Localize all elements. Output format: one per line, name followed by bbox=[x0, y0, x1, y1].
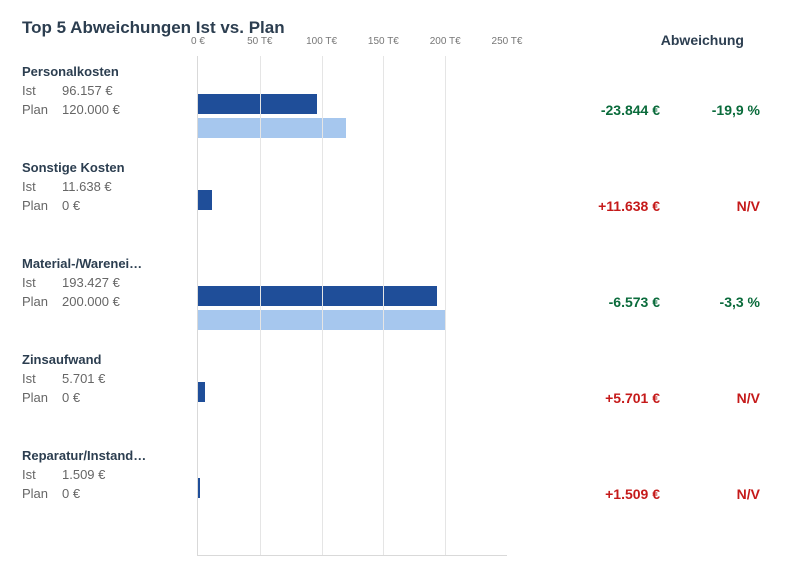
category-group: Zinsaufwand Ist 5.701 € Plan 0 € bbox=[22, 352, 189, 405]
plan-value-row: Plan 120.000 € bbox=[22, 102, 189, 117]
deviation-pct: -19,9 % bbox=[700, 102, 760, 118]
deviation-pct: -3,3 % bbox=[700, 294, 760, 310]
plan-value-row: Plan 200.000 € bbox=[22, 294, 189, 309]
plan-value: 120.000 € bbox=[62, 102, 120, 117]
ist-value: 96.157 € bbox=[62, 83, 113, 98]
x-tick: 100 T€ bbox=[306, 36, 337, 47]
category-name: Material-/Warenei… bbox=[22, 256, 189, 271]
deviation-row: +5.701 € N/V bbox=[507, 390, 760, 406]
ist-value: 11.638 € bbox=[62, 179, 112, 194]
deviation-abs: +11.638 € bbox=[570, 198, 660, 214]
category-name: Personalkosten bbox=[22, 64, 189, 79]
deviation-pct: N/V bbox=[700, 486, 760, 502]
plan-value: 200.000 € bbox=[62, 294, 120, 309]
category-group: Personalkosten Ist 96.157 € Plan 120.000 € bbox=[22, 64, 189, 117]
ist-key: Ist bbox=[22, 275, 52, 290]
ist-value-row: Ist 11.638 € bbox=[22, 179, 189, 194]
ist-value-row: Ist 193.427 € bbox=[22, 275, 189, 290]
ist-key: Ist bbox=[22, 83, 52, 98]
plan-value: 0 € bbox=[62, 486, 80, 501]
chart-title: Top 5 Abweichungen Ist vs. Plan bbox=[22, 18, 770, 38]
deviation-row: -6.573 € -3,3 % bbox=[507, 294, 760, 310]
category-group: Sonstige Kosten Ist 11.638 € Plan 0 € bbox=[22, 160, 189, 213]
deviation-row: +11.638 € N/V bbox=[507, 198, 760, 214]
plan-value-row: Plan 0 € bbox=[22, 390, 189, 405]
ist-value: 1.509 € bbox=[62, 467, 105, 482]
category-group: Reparatur/Instand… Ist 1.509 € Plan 0 € bbox=[22, 448, 189, 501]
ist-key: Ist bbox=[22, 179, 52, 194]
bars-layer bbox=[198, 56, 507, 555]
deviation-row: -23.844 € -19,9 % bbox=[507, 102, 760, 118]
chart-layout: Personalkosten Ist 96.157 € Plan 120.000 € So… bbox=[22, 56, 770, 556]
deviation-column: Abweichung -23.844 €-19,9 %+11.638 €N/V-… bbox=[507, 56, 770, 556]
ist-key: Ist bbox=[22, 371, 52, 386]
bar-ist bbox=[198, 478, 200, 498]
plan-value-row: Plan 0 € bbox=[22, 198, 189, 213]
y-labels-column: Personalkosten Ist 96.157 € Plan 120.000 € So… bbox=[22, 56, 197, 556]
ist-key: Ist bbox=[22, 467, 52, 482]
plan-key: Plan bbox=[22, 390, 52, 405]
ist-value: 193.427 € bbox=[62, 275, 120, 290]
deviation-abs: -6.573 € bbox=[570, 294, 660, 310]
gridline bbox=[322, 56, 323, 555]
ist-value-row: Ist 5.701 € bbox=[22, 371, 189, 386]
ist-value-row: Ist 96.157 € bbox=[22, 83, 189, 98]
deviation-row: +1.509 € N/V bbox=[507, 486, 760, 502]
plan-key: Plan bbox=[22, 102, 52, 117]
deviation-header: Abweichung bbox=[661, 32, 744, 48]
plot-area: 0 €50 T€100 T€150 T€200 T€250 T€ bbox=[197, 56, 507, 556]
plan-key: Plan bbox=[22, 294, 52, 309]
deviation-abs: -23.844 € bbox=[570, 102, 660, 118]
bar-ist bbox=[198, 94, 317, 114]
bar-ist bbox=[198, 190, 212, 210]
plan-key: Plan bbox=[22, 486, 52, 501]
plan-value: 0 € bbox=[62, 390, 80, 405]
category-name: Reparatur/Instand… bbox=[22, 448, 189, 463]
x-tick: 0 € bbox=[191, 36, 205, 47]
bar-ist bbox=[198, 286, 437, 306]
ist-value-row: Ist 1.509 € bbox=[22, 467, 189, 482]
x-tick: 150 T€ bbox=[368, 36, 399, 47]
category-name: Zinsaufwand bbox=[22, 352, 189, 367]
x-tick: 50 T€ bbox=[247, 36, 272, 47]
category-group: Material-/Warenei… Ist 193.427 € Plan 200.00… bbox=[22, 256, 189, 309]
x-tick: 250 T€ bbox=[492, 36, 523, 47]
category-name: Sonstige Kosten bbox=[22, 160, 189, 175]
plan-key: Plan bbox=[22, 198, 52, 213]
deviation-abs: +5.701 € bbox=[570, 390, 660, 406]
deviation-pct: N/V bbox=[700, 198, 760, 214]
deviation-abs: +1.509 € bbox=[570, 486, 660, 502]
bar-ist bbox=[198, 382, 205, 402]
x-tick: 200 T€ bbox=[430, 36, 461, 47]
plan-value: 0 € bbox=[62, 198, 80, 213]
gridline bbox=[260, 56, 261, 555]
deviation-pct: N/V bbox=[700, 390, 760, 406]
gridline bbox=[445, 56, 446, 555]
bar-plan bbox=[198, 118, 346, 138]
gridline bbox=[383, 56, 384, 555]
plan-value-row: Plan 0 € bbox=[22, 486, 189, 501]
ist-value: 5.701 € bbox=[62, 371, 105, 386]
